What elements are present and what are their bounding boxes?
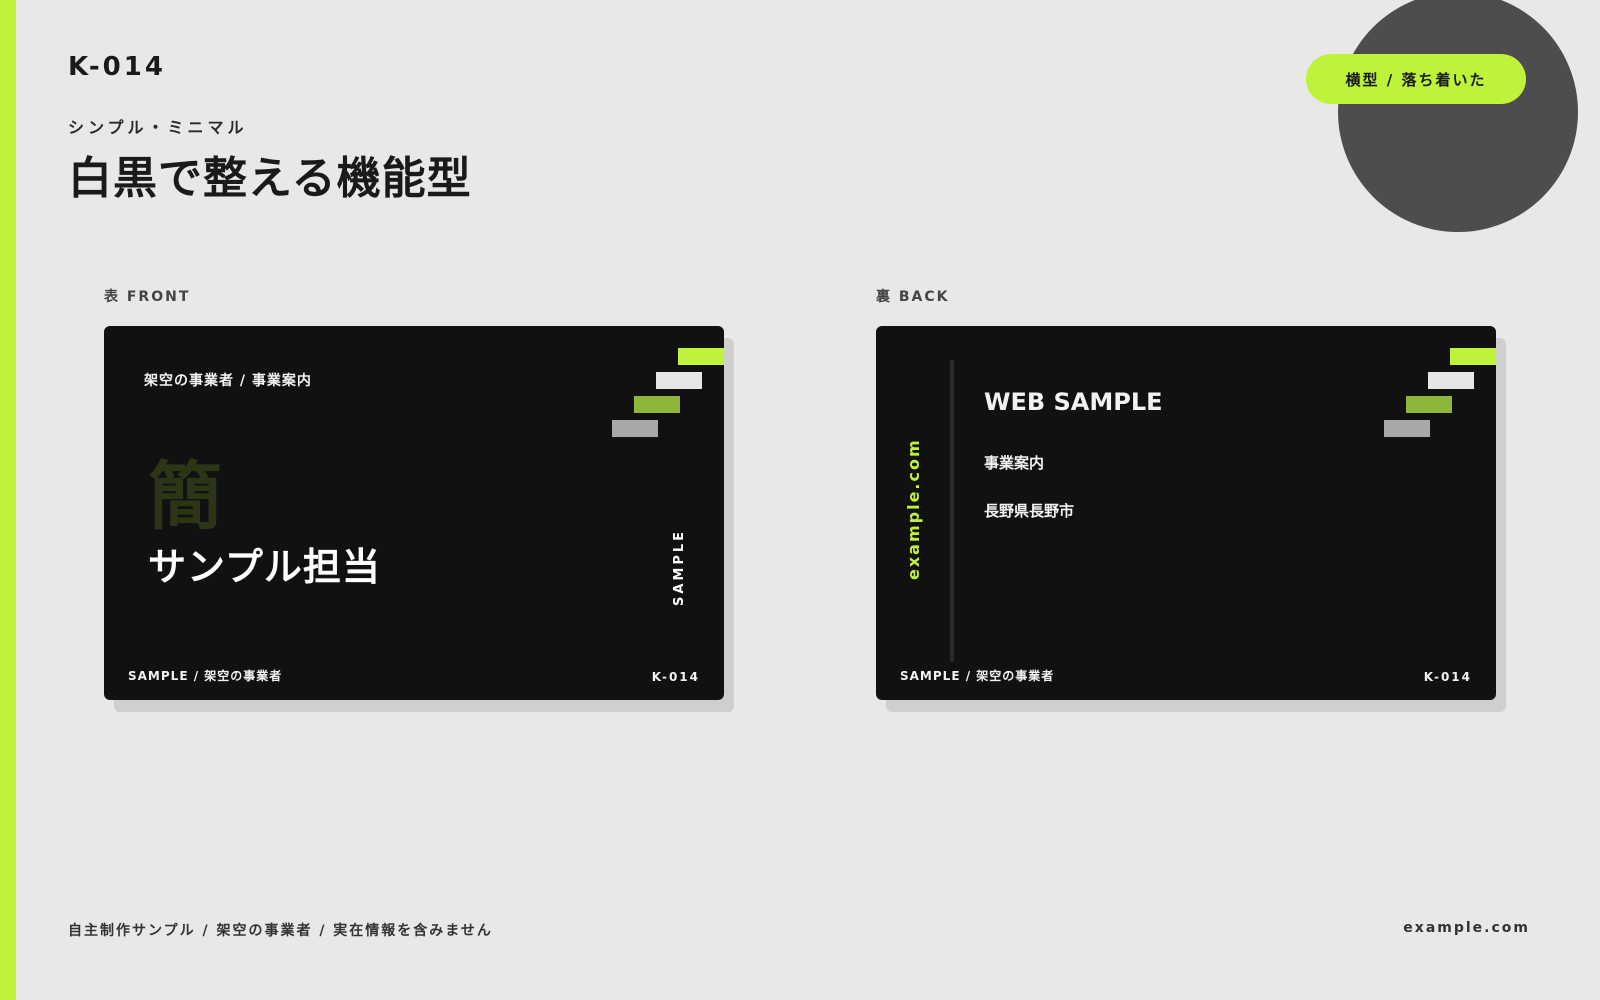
back-vertical-url: example.com	[904, 438, 923, 580]
front-footer-code: K-014	[651, 670, 700, 684]
back-footer-left: SAMPLE / 架空の事業者	[900, 669, 1055, 683]
decorative-corner-circle	[1338, 0, 1578, 232]
accent-block-gray	[1384, 420, 1430, 437]
page-footer-url: example.com	[1403, 920, 1530, 936]
accent-block-green	[634, 396, 680, 413]
back-business-line: 事業案内	[984, 454, 1045, 472]
back-section-label: 裏 BACK	[876, 289, 950, 305]
accent-block-lime	[678, 348, 724, 365]
front-section-label: 表 FRONT	[104, 289, 191, 305]
design-subtitle: シンプル・ミニマル	[68, 118, 248, 137]
back-address-line: 長野県長野市	[984, 502, 1075, 520]
style-tag-badge: 横型 / 落ち着いた	[1306, 54, 1526, 104]
accent-block-light	[1428, 372, 1474, 389]
back-card: example.com WEB SAMPLE 事業案内 長野県長野市 SAMPL…	[876, 326, 1496, 700]
page-footer-disclaimer: 自主制作サンプル / 架空の事業者 / 実在情報を含みません	[68, 923, 493, 939]
front-watermark-kanji: 簡	[148, 454, 222, 540]
accent-block-lime	[1450, 348, 1496, 365]
front-footer-left: SAMPLE / 架空の事業者	[128, 669, 283, 683]
accent-left-bar	[0, 0, 16, 1000]
accent-block-green	[1406, 396, 1452, 413]
front-business-line: 架空の事業者 / 事業案内	[144, 373, 312, 389]
back-vertical-divider	[950, 360, 954, 662]
accent-block-light	[656, 372, 702, 389]
front-card: 架空の事業者 / 事業案内 簡 サンプル担当 SAMPLE SAMPLE / 架…	[104, 326, 724, 700]
front-vertical-text: SAMPLE	[672, 528, 687, 606]
back-footer-code: K-014	[1423, 670, 1472, 684]
design-code: K-014	[68, 52, 166, 82]
page-title: 白黒で整える機能型	[68, 153, 472, 204]
accent-block-gray	[612, 420, 658, 437]
front-person-name: サンプル担当	[148, 545, 381, 589]
back-heading: WEB SAMPLE	[984, 388, 1163, 416]
